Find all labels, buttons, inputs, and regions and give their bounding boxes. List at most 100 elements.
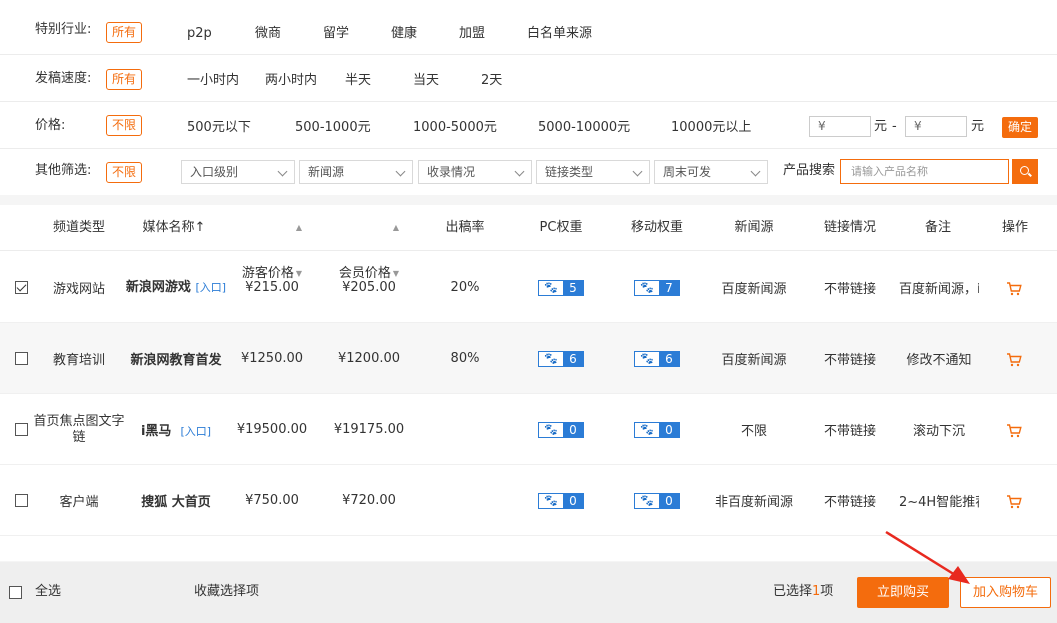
filter-option-1h[interactable]: 一小时内	[187, 55, 239, 106]
select-link-type[interactable]: 链接类型	[536, 160, 650, 184]
product-search-input[interactable]: 请输入产品名称	[840, 159, 1009, 184]
filter-all-other[interactable]: 不限	[106, 162, 143, 183]
weight-value: 0	[659, 422, 679, 437]
cell-news-source: 非百度新闻源	[714, 495, 793, 510]
sort-up-icon: ↑	[194, 220, 206, 235]
filter-option-whitelist[interactable]: 白名单来源	[527, 8, 592, 59]
chevron-down-icon	[395, 166, 406, 177]
header-pc-weight: PC权重	[539, 220, 583, 235]
cart-icon[interactable]	[1006, 282, 1022, 296]
filter-all-industry[interactable]: 所有	[106, 22, 143, 43]
filter-option-price-1[interactable]: 500元以下	[187, 102, 251, 153]
cell-note: 修改不通知	[906, 353, 972, 368]
weight-value: 5	[563, 280, 583, 295]
cell-media: 搜狐 大首页	[124, 465, 228, 536]
filter-option-weishang[interactable]: 微商	[255, 8, 281, 59]
filter-option-health[interactable]: 健康	[391, 8, 417, 59]
filter-row-price: 价格: 不限 500元以下 500-1000元 1000-5000元 5000-…	[0, 102, 1057, 149]
price-min-input[interactable]: ¥	[809, 116, 871, 137]
filter-all-speed[interactable]: 所有	[106, 69, 143, 90]
select-indexing[interactable]: 收录情况	[418, 160, 532, 184]
selected-suffix: 项	[820, 584, 834, 599]
weight-value: 6	[659, 351, 679, 366]
price-max-input[interactable]: ¥	[905, 116, 967, 137]
cell-mobile-weight: 🐾 7	[622, 252, 692, 323]
table-row: 游戏网站 新浪网游戏 [入口] ¥215.00 ¥205.00 20% 🐾 5 🐾…	[0, 252, 1057, 323]
row-checkbox[interactable]	[15, 281, 28, 294]
filter-label-price: 价格:	[35, 118, 66, 133]
media-name: i黑马	[140, 424, 172, 439]
price-confirm-button[interactable]: 确定	[1002, 117, 1038, 138]
header-action: 操作	[1001, 220, 1028, 235]
cell-pc-weight: 🐾 0	[526, 394, 596, 465]
selected-count: 已选择1项	[773, 562, 833, 621]
cell-guest-price: ¥19500.00	[236, 422, 308, 437]
cart-icon[interactable]	[1006, 353, 1022, 367]
cell-rate	[430, 465, 500, 536]
header-rate: 出稿率	[445, 220, 485, 235]
cart-icon[interactable]	[1006, 495, 1022, 509]
cell-link: 不带链接	[823, 424, 876, 439]
cell-link: 不带链接	[823, 495, 876, 510]
filter-option-franchise[interactable]: 加盟	[459, 8, 485, 59]
buy-now-button[interactable]: 立即购买	[857, 577, 949, 608]
chevron-down-icon	[514, 166, 525, 177]
filter-option-p2p[interactable]: p2p	[187, 8, 212, 59]
filter-option-2h[interactable]: 两小时内	[265, 55, 317, 106]
weight-value: 0	[659, 493, 679, 508]
select-all-label[interactable]: 全选	[35, 562, 61, 621]
select-entry-level[interactable]: 入口级别	[181, 160, 295, 184]
product-search-button[interactable]	[1012, 159, 1038, 184]
table-row: 首页焦点图文字链 i黑马 [入口] ¥19500.00 ¥19175.00 🐾 0…	[0, 394, 1057, 465]
filter-all-price[interactable]: 不限	[106, 115, 143, 136]
cell-member-price: ¥19175.00	[333, 422, 405, 437]
select-all-checkbox[interactable]	[9, 586, 22, 599]
cell-mobile-weight: 🐾 0	[622, 465, 692, 536]
cell-pc-weight: 🐾 5	[526, 252, 596, 323]
row-checkbox[interactable]	[15, 423, 28, 436]
row-checkbox[interactable]	[15, 494, 28, 507]
filter-option-2days[interactable]: 2天	[481, 55, 502, 106]
favorite-selected-link[interactable]: 收藏选择项	[194, 562, 259, 621]
action-footer: 全选 收藏选择项 已选择1项 立即购买 加入购物车	[0, 562, 1057, 623]
filter-option-price-5[interactable]: 10000元以上	[671, 102, 751, 153]
cell-guest-price: ¥1250.00	[240, 351, 304, 366]
paw-icon: 🐾	[635, 351, 659, 366]
header-media[interactable]: 媒体名称↑	[136, 205, 212, 251]
filter-label-other: 其他筛选:	[35, 163, 92, 178]
media-name: 新浪网游戏	[125, 279, 191, 295]
cell-link: 不带链接	[823, 353, 876, 368]
cell-member-price: ¥205.00	[342, 280, 396, 295]
header-link: 链接情况	[823, 220, 876, 235]
row-checkbox[interactable]	[15, 352, 28, 365]
cell-member-price: ¥1200.00	[337, 351, 401, 366]
select-news-source[interactable]: 新闻源	[299, 160, 413, 184]
select-weekend[interactable]: 周末可发	[654, 160, 768, 184]
chevron-down-icon	[750, 166, 761, 177]
select-indexing-value: 收录情况	[427, 165, 476, 179]
cell-guest-price: ¥215.00	[245, 280, 299, 295]
baidu-weight-badge: 🐾 6	[538, 350, 584, 367]
filter-option-study-abroad[interactable]: 留学	[323, 8, 349, 59]
cell-media: 新浪网游戏 [入口]	[124, 252, 228, 323]
table-row: 教育培训 新浪网教育首发 ¥1250.00 ¥1200.00 80% 🐾 6 🐾 6…	[0, 323, 1057, 394]
entry-link[interactable]: [入口]	[195, 281, 226, 294]
chevron-down-icon	[277, 166, 288, 177]
cell-media: i黑马 [入口]	[124, 394, 228, 465]
entry-link[interactable]: [入口]	[180, 425, 211, 438]
search-icon-handle	[1028, 172, 1032, 177]
add-to-cart-button[interactable]: 加入购物车	[960, 577, 1051, 608]
filter-option-sameday[interactable]: 当天	[413, 55, 439, 106]
product-search-label: 产品搜索	[783, 163, 836, 178]
selected-prefix: 已选择	[773, 584, 813, 599]
filter-option-price-4[interactable]: 5000-10000元	[538, 102, 630, 153]
filter-option-price-2[interactable]: 500-1000元	[295, 102, 371, 153]
filter-option-halfday[interactable]: 半天	[345, 55, 371, 106]
cell-guest-price: ¥750.00	[245, 493, 299, 508]
header-note: 备注	[924, 220, 951, 235]
cell-news-source: 不限	[740, 424, 767, 439]
cart-icon[interactable]	[1006, 424, 1022, 438]
filter-option-price-3[interactable]: 1000-5000元	[413, 102, 497, 153]
cell-channel: 首页焦点图文字链	[33, 413, 125, 445]
cell-channel: 客户端	[59, 495, 99, 510]
